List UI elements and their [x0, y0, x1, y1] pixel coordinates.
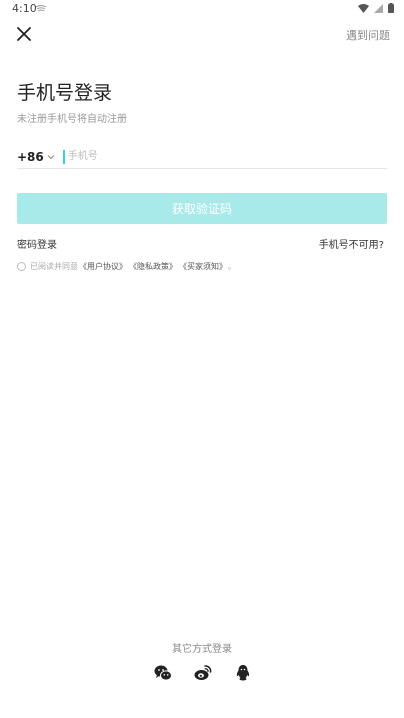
weibo-icon[interactable]: [194, 664, 212, 682]
phone-input[interactable]: [67, 147, 368, 166]
password-login-link[interactable]: 密码登录: [17, 236, 57, 251]
buyer-notice-link[interactable]: 《买家须知》: [179, 261, 227, 272]
login-screen: 4:10 遇到问题 手机号登录 未注册手机号将自动注册 +86 手机号 获取验证…: [0, 0, 404, 718]
agreement-checkbox[interactable]: [17, 262, 26, 271]
status-bar: 4:10: [0, 0, 404, 18]
help-link[interactable]: 遇到问题: [346, 27, 390, 43]
text-cursor: [62, 149, 65, 164]
get-code-button[interactable]: 获取验证码: [17, 193, 387, 224]
user-agreement-link[interactable]: 《用户协议》: [79, 261, 127, 272]
country-code-selector[interactable]: +86: [17, 150, 63, 164]
signal-icon: [374, 3, 383, 13]
country-code-label: +86: [17, 149, 44, 164]
close-icon[interactable]: [14, 24, 34, 44]
phone-input-row: +86: [17, 145, 387, 169]
page-title: 手机号登录: [17, 82, 113, 104]
wechat-icon[interactable]: [154, 664, 172, 682]
social-login-row: [154, 664, 252, 682]
status-icons: [358, 3, 394, 13]
agreement-row: 已阅读并同意 《用户协议》 《隐私政策》 《买家须知》 。: [17, 261, 236, 272]
agreement-suffix: 。: [228, 262, 236, 271]
page-subtitle: 未注册手机号将自动注册: [17, 114, 127, 125]
status-time: 4:10: [12, 2, 37, 15]
agreement-prefix: 已阅读并同意: [30, 262, 78, 271]
battery-icon: [388, 3, 394, 13]
chevron-down-icon: [47, 154, 55, 159]
notification-icon: [36, 5, 46, 12]
qq-icon[interactable]: [234, 664, 252, 682]
wifi-icon: [358, 3, 369, 13]
privacy-policy-link[interactable]: 《隐私政策》: [129, 261, 177, 272]
phone-unavailable-link[interactable]: 手机号不可用?: [319, 236, 384, 251]
other-login-label: 其它方式登录: [172, 644, 232, 655]
